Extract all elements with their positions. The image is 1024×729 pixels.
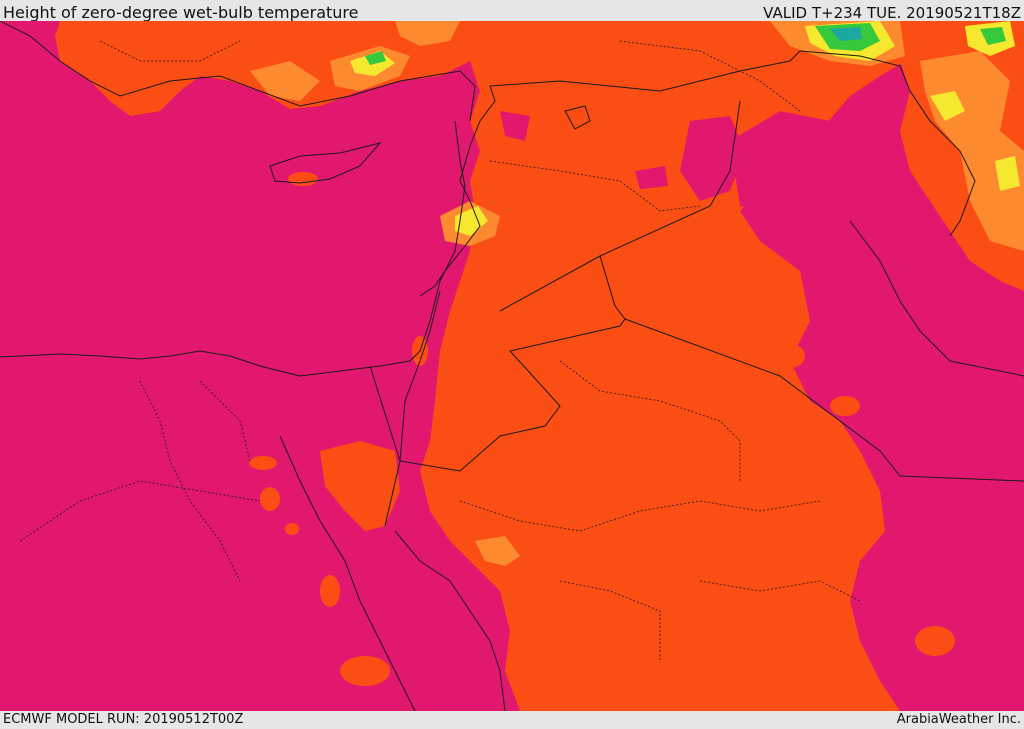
map-title: Height of zero-degree wet-bulb temperatu…	[3, 3, 359, 22]
orange-blob-6	[288, 172, 318, 186]
model-run-label: ECMWF MODEL RUN: 20190512T00Z	[3, 712, 244, 727]
orange-blob-4	[320, 575, 340, 607]
orange-blob-2	[260, 487, 280, 511]
credit-label: ArabiaWeather Inc.	[896, 712, 1021, 727]
orange-blob-7	[915, 626, 955, 656]
orange-blob-3	[285, 523, 299, 535]
orange-blob-5	[340, 656, 390, 686]
weather-map-frame: Height of zero-degree wet-bulb temperatu…	[0, 0, 1024, 729]
orange-blob-9	[775, 344, 805, 368]
weather-map	[0, 21, 1024, 711]
valid-time-label: VALID T+234 TUE. 20190521T18Z	[763, 4, 1021, 22]
orange-blob-8	[830, 396, 860, 416]
orange-blob-1	[249, 456, 277, 470]
